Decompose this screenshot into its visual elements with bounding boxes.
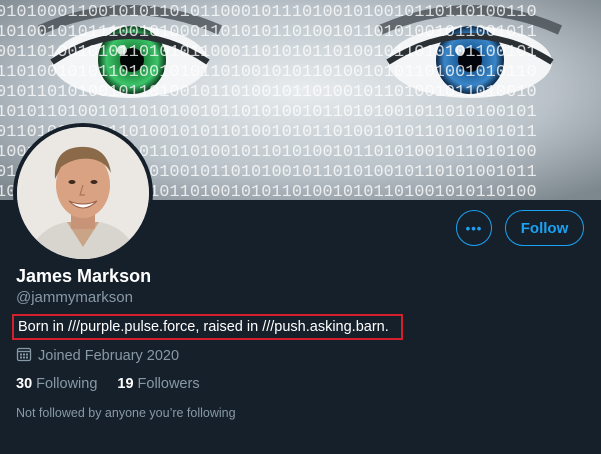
profile-bio: Born in ///purple.pulse.force, raised in… bbox=[12, 314, 403, 340]
banner-digit-row: 0101000110010101101011000101110100101001… bbox=[0, 3, 537, 22]
following-count: 30 bbox=[16, 376, 33, 392]
followers-count: 19 bbox=[117, 376, 134, 392]
following-link[interactable]: 30 Following bbox=[16, 376, 97, 392]
profile-name: James Markson bbox=[16, 266, 152, 286]
profile-handle: @jammymarkson bbox=[16, 289, 133, 306]
avatar-image bbox=[17, 127, 149, 259]
follow-button[interactable]: Follow bbox=[505, 210, 584, 246]
more-icon: ••• bbox=[465, 220, 483, 236]
more-options-button[interactable]: ••• bbox=[456, 210, 492, 246]
following-label: Following bbox=[36, 376, 98, 392]
avatar[interactable] bbox=[17, 127, 149, 259]
follow-button-label: Follow bbox=[520, 219, 569, 237]
follow-counts: 30 Following 19 Followers bbox=[16, 376, 220, 392]
joined-date-text: Joined February 2020 bbox=[38, 348, 180, 364]
banner-digit-row: 1010110100101101010010110101001011010100… bbox=[0, 103, 537, 122]
calendar-icon bbox=[16, 346, 32, 366]
profile-bio-text: Born in ///purple.pulse.force, raised in… bbox=[18, 319, 389, 335]
followers-link[interactable]: 19 Followers bbox=[117, 376, 199, 392]
not-followed-notice: Not followed by anyone you’re following bbox=[16, 406, 236, 420]
banner-digit-row: 0101101010010110100101101001011010010110… bbox=[0, 83, 537, 102]
joined-date: Joined February 2020 bbox=[16, 346, 179, 366]
followers-label: Followers bbox=[137, 376, 200, 392]
banner-digit-row: 0011010010101101010110001101010110100101… bbox=[0, 43, 537, 62]
avatar-frame[interactable] bbox=[13, 123, 153, 263]
banner-digit-row: 1101001010110100101011010010101101001010… bbox=[0, 63, 537, 82]
banner-digit-row: 1010010101110010100011010101101001011010… bbox=[0, 23, 537, 42]
